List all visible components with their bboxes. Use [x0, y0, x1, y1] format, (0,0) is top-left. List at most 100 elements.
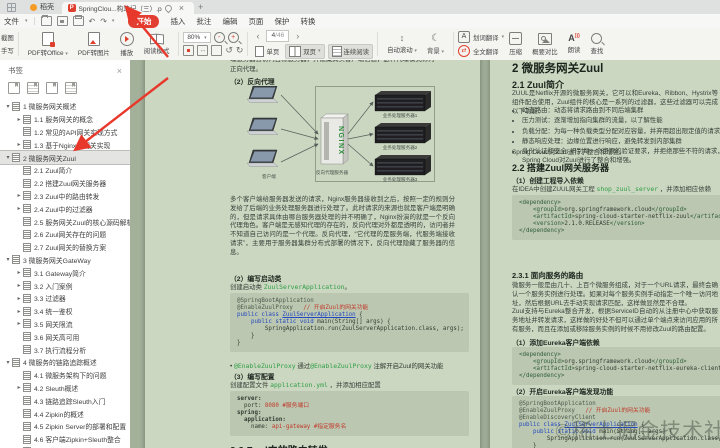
tab-page[interactable]: 页面	[248, 16, 263, 27]
two-page-button[interactable]: 双页 ▾	[285, 43, 325, 59]
bookmark-item[interactable]: ▸ 3.5 网关限流	[0, 318, 130, 331]
continuous-read-button[interactable]: 连续阅读	[327, 43, 374, 59]
background-button[interactable]: ☾ 背景 ▾	[422, 33, 449, 55]
actual-size-icon[interactable]	[183, 45, 195, 56]
word-translate-button[interactable]: A 划词翻译 ▾	[458, 31, 504, 43]
expand-icon[interactable]: ▸	[15, 116, 23, 123]
collapse-all-icon[interactable]	[65, 82, 77, 94]
handwrite-button[interactable]: 手写	[0, 45, 14, 56]
undo-icon[interactable]: ↶	[89, 17, 96, 26]
tab-close-icon[interactable]: ×	[175, 3, 188, 13]
file-menu[interactable]: 文件	[4, 16, 19, 27]
open-icon[interactable]	[40, 15, 52, 26]
zoom-out-icon[interactable]: -	[213, 32, 225, 43]
bookmark-item[interactable]: ▾ 3 微服务网关GateWay	[0, 254, 130, 267]
bookmark-item[interactable]: 4.5 Zipkin Server的部署和配置	[0, 420, 130, 433]
play-button[interactable]: 播放	[115, 31, 139, 57]
document-tab[interactable]: P SpringClou...构笔记（三）.pdf ×	[62, 2, 194, 14]
bookmark-item[interactable]: ▸ 3.1 Gateway简介	[0, 266, 130, 279]
add-bookmark-icon[interactable]	[8, 82, 20, 94]
expand-icon[interactable]: ▸	[15, 295, 23, 302]
tab-convert[interactable]: 转换	[300, 16, 315, 27]
expand-icon[interactable]: ▸	[15, 192, 23, 199]
bookmark-item[interactable]: 2.6 Zuul网关存在的问题	[0, 228, 130, 241]
expand-icon[interactable]: ▸	[15, 205, 23, 212]
bookmark-item[interactable]: ▾ 2 微服务网关Zuul	[0, 150, 130, 165]
expand-icon[interactable]: ▸	[15, 269, 23, 276]
expand-icon[interactable]: ▸	[15, 320, 23, 327]
quick-access-chevron-icon[interactable]: ▾	[112, 18, 115, 24]
bookmark-item[interactable]: 2.1 Zuul简介	[0, 164, 130, 177]
collapse-icon[interactable]: ▾	[4, 256, 12, 263]
bookmark-item[interactable]: ▸ 3.2 入门案例	[0, 279, 130, 292]
bookmark-item[interactable]: ▸ 2.3 Zuul中的路由转发	[0, 190, 130, 203]
rotate-right-icon[interactable]: ↻	[236, 46, 244, 55]
expand-icon[interactable]: ▸	[15, 282, 23, 289]
code-block-bootclass[interactable]: @SpringBootApplication @EnableZuulProxy /…	[230, 293, 469, 353]
collapse-icon[interactable]: ▾	[4, 154, 12, 161]
expand-icon[interactable]: ▸	[15, 141, 23, 148]
bookmark-item[interactable]: 4.3 链路追踪Sleuth入门	[0, 394, 130, 407]
zoom-level-input[interactable]: 80% ▾	[183, 32, 211, 43]
next-page-icon[interactable]: ›	[292, 31, 303, 41]
expand-all-icon[interactable]	[46, 82, 58, 94]
bookmark-item[interactable]: 4.1 微服务架构下的问题	[0, 369, 130, 382]
bookmark-item[interactable]: 1.2 常见的API网关实现方式	[0, 126, 130, 139]
bookmark-item[interactable]: ▸ 3.3 过滤器	[0, 292, 130, 305]
zoom-in-icon[interactable]: +	[227, 32, 239, 43]
tab-insert[interactable]: 插入	[170, 16, 185, 27]
pin-icon[interactable]	[163, 3, 174, 13]
expand-icon[interactable]: ▸	[15, 308, 23, 315]
clipped-tool-stack: 截图 手写	[0, 32, 14, 56]
bookmark-item[interactable]: 2.7 Zuul网关的替换方案	[0, 241, 130, 254]
save-icon[interactable]	[56, 16, 68, 26]
panel-close-icon[interactable]: ×	[117, 66, 122, 76]
bookmark-item[interactable]: 4.6 客户端Zipkin+Sleuth整合	[0, 433, 130, 446]
docer-home-tab[interactable]: 稻壳	[22, 0, 62, 14]
print-icon[interactable]	[72, 15, 84, 26]
new-tab-button[interactable]: +	[194, 0, 207, 14]
code-block-zuul-dependency[interactable]: <dependency> <groupId>org.springframewor…	[512, 195, 720, 241]
read-aloud-button[interactable]: A))) 朗读	[563, 34, 586, 55]
bookmark-item[interactable]: ▸ 2.4 Zuul中的过滤器	[0, 202, 130, 215]
collapse-icon[interactable]: ▾	[4, 103, 12, 110]
bookmark-item[interactable]: ▸ 1.3 基于Nginx的网关实现	[0, 138, 130, 151]
prev-page-icon[interactable]: ‹	[252, 31, 263, 41]
bookmark-item[interactable]: ▸ 4.2 Sleuth概述	[0, 382, 130, 395]
find-button[interactable]: 查找	[585, 33, 608, 55]
compress-button[interactable]: 压缩	[504, 32, 527, 56]
expand-icon[interactable]: ▸	[15, 384, 23, 391]
code-block-yml[interactable]: server: port: 8080 #服务端口 spring: applicat…	[230, 391, 469, 437]
rotate-left-icon[interactable]: ↺	[225, 46, 233, 55]
full-translate-button[interactable]: ⇄ 全文翻译	[458, 45, 504, 57]
auto-scroll-button[interactable]: ↕ 自动滚动 ▾	[382, 34, 422, 55]
page-number-input[interactable]: 4/46	[266, 29, 290, 42]
app-menu-button[interactable]	[0, 0, 22, 14]
bookmark-item[interactable]: 4.4 Zipkin的概述	[0, 407, 130, 420]
compare-button[interactable]: 概要对比	[527, 32, 563, 56]
bookmark-item[interactable]: 2.2 搭建Zuul网关服务器	[0, 177, 130, 190]
document-canvas[interactable]: 理服务器去访问目标服务器，并隐藏真实客户端信息，这种代理模式称为 正向代理。 （…	[130, 60, 720, 448]
redo-icon[interactable]: ↷	[100, 17, 107, 26]
read-mode-button[interactable]: 阅读模式	[139, 33, 175, 55]
fit-width-icon[interactable]: ↔	[197, 45, 209, 56]
single-page-button[interactable]: 单页	[252, 45, 282, 58]
tab-home[interactable]: 开始	[128, 14, 160, 28]
bookmark-list-icon[interactable]	[27, 82, 39, 94]
pdf-to-image-button[interactable]: PDF转图片	[73, 31, 115, 57]
code-block-eureka-dependency[interactable]: <dependency> <groupId>org.springframewor…	[512, 347, 720, 386]
bookmark-item[interactable]: ▸ 3.4 统一鉴权	[0, 305, 130, 318]
tab-annotate[interactable]: 批注	[196, 16, 211, 27]
pdf-to-office-button[interactable]: PDF转Office ▾	[23, 31, 73, 57]
screenshot-button[interactable]: 截图	[0, 32, 14, 43]
fit-page-icon[interactable]	[211, 45, 223, 56]
bookmark-item[interactable]: 3.6 网关高可用	[0, 330, 130, 343]
bookmark-item[interactable]: ▾ 4 微服务的链路追踪概述	[0, 356, 130, 369]
bookmark-item[interactable]: ▾ 1 微服务网关概述	[0, 100, 130, 113]
collapse-icon[interactable]: ▾	[4, 359, 12, 366]
tab-protect[interactable]: 保护	[274, 16, 289, 27]
bookmark-item[interactable]: 3.7 执行流程分析	[0, 343, 130, 356]
bookmark-item[interactable]: 2.5 服务网关Zuul的核心源码解析	[0, 215, 130, 228]
bookmark-item[interactable]: ▸ 1.1 服务网关的概念	[0, 113, 130, 126]
tab-edit[interactable]: 编辑	[222, 16, 237, 27]
